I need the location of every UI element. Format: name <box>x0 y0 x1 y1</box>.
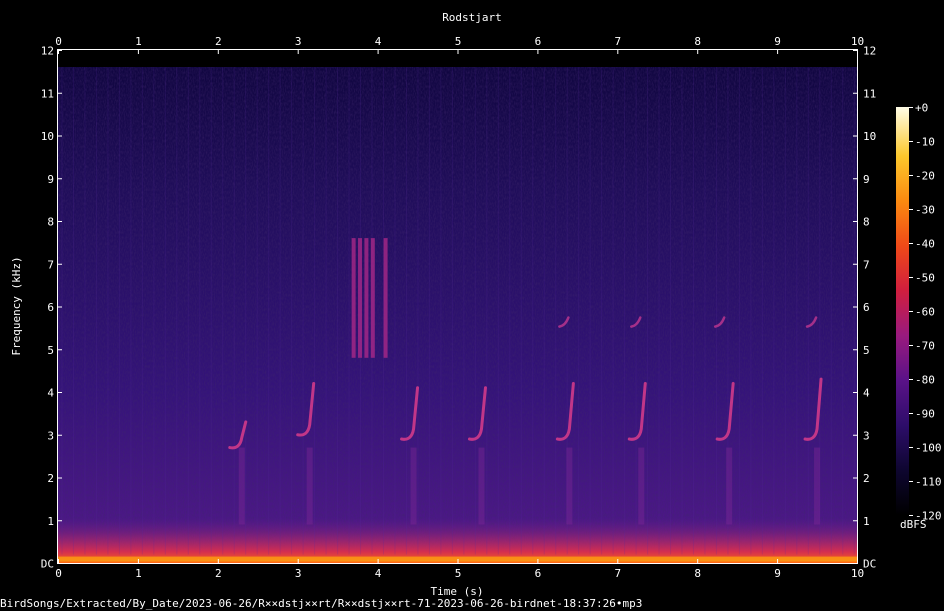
x-tick-label: 6 <box>535 567 542 580</box>
colorbar-tick-label: -50 <box>915 272 935 285</box>
colorbar-tick-label: -10 <box>915 136 935 149</box>
y-tick-label: 2 <box>47 472 54 485</box>
call-harmonic-shadow <box>638 447 645 525</box>
colorbar-tick-label: -110 <box>915 476 942 489</box>
y-tick-label-right: 8 <box>863 216 870 229</box>
x-tick-label: 3 <box>295 567 302 580</box>
x-tick-label-top: 4 <box>375 35 382 48</box>
x-tick-label: 0 <box>55 567 62 580</box>
colorbar-tick-label: -40 <box>915 238 935 251</box>
colorbar-tick-label: -70 <box>915 340 935 353</box>
y-tick-label: 9 <box>47 173 54 186</box>
colorbar-tick-label: -30 <box>915 204 935 217</box>
y-tick-label-right: 10 <box>863 130 876 143</box>
wideband-streak <box>370 238 375 358</box>
x-tick-label: 2 <box>215 567 222 580</box>
x-tick-label-top: 8 <box>694 35 701 48</box>
y-tick-label-right: 7 <box>863 258 870 271</box>
y-tick-label-right: 6 <box>863 301 870 314</box>
x-tick-label-top: 7 <box>614 35 621 48</box>
colorbar-tick-label: -90 <box>915 408 935 421</box>
spectrogram-grain <box>58 67 857 563</box>
colorbar-gradient <box>896 107 909 515</box>
x-tick-label: 7 <box>614 567 621 580</box>
spectrogram-chart: Rodstjart 0 1 2 3 4 5 6 7 8 9 10 0 1 2 3 4 5 6 7 8 9 10 DC12… <box>0 11 942 610</box>
y-tick-label: 1 <box>47 515 54 528</box>
colorbar-tick-label: -100 <box>915 442 942 455</box>
y-tick-label: DC <box>41 558 54 571</box>
y-tick-label: 8 <box>47 216 54 229</box>
wideband-streak <box>383 238 388 358</box>
colorbar-tick-label: -20 <box>915 170 935 183</box>
x-tick-label: 9 <box>774 567 781 580</box>
file-path-caption: BirdSongs/Extracted/By_Date/2023-06-26/R… <box>0 597 642 610</box>
colorbar-tick-label: -60 <box>915 306 935 319</box>
y-tick-label-right: 3 <box>863 429 870 442</box>
call-harmonic-shadow <box>306 447 313 525</box>
y-tick-label: 10 <box>41 130 54 143</box>
y-tick-label-right: 5 <box>863 344 870 357</box>
y-tick-label: 5 <box>47 344 54 357</box>
x-tick-label-top: 6 <box>535 35 542 48</box>
call-harmonic-shadow <box>726 447 733 525</box>
y-tick-label-right: 9 <box>863 173 870 186</box>
call-harmonic-shadow <box>478 447 485 525</box>
y-axis-label: Frequency (kHz) <box>10 256 23 355</box>
x-tick-label-top: 2 <box>215 35 222 48</box>
y-tick-label-right: DC <box>863 558 876 571</box>
y-tick-label: 12 <box>41 45 54 58</box>
y-tick-label-right: 11 <box>863 87 876 100</box>
plot-area <box>57 49 858 564</box>
x-tick-label-top: 1 <box>135 35 142 48</box>
colorbar-label: dBFS <box>900 518 927 531</box>
y-tick-label: 3 <box>47 429 54 442</box>
y-tick-label: 11 <box>41 87 54 100</box>
y-tick-label-right: 4 <box>863 387 870 400</box>
x-tick-label: 8 <box>694 567 701 580</box>
call-harmonic-shadow <box>814 447 821 525</box>
colorbar-tick-label: -80 <box>915 374 935 387</box>
wideband-streak <box>364 238 369 358</box>
call-harmonic-shadow <box>238 447 245 525</box>
y-tick-label-right: 2 <box>863 472 870 485</box>
colorbar-ticks: +0-10-20-30-40-50-60-70-80-90-100-110-12… <box>909 102 942 523</box>
wideband-streak <box>358 238 363 358</box>
x-tick-label-top: 5 <box>455 35 462 48</box>
colorbar-tick-label: +0 <box>915 102 928 115</box>
y-tick-label: 6 <box>47 301 54 314</box>
x-tick-label-top: 0 <box>55 35 62 48</box>
x-tick-label: 5 <box>455 567 462 580</box>
x-tick-label: 1 <box>135 567 142 580</box>
low-frequency-noise <box>58 518 857 563</box>
colorbar: +0-10-20-30-40-50-60-70-80-90-100-110-12… <box>896 102 942 531</box>
call-harmonic-shadow <box>566 447 573 525</box>
x-tick-label-top: 9 <box>774 35 781 48</box>
x-tick-label: 4 <box>375 567 382 580</box>
y-tick-label: 4 <box>47 387 54 400</box>
wideband-streak <box>351 238 356 358</box>
y-tick-label-right: 1 <box>863 515 870 528</box>
x-tick-label-top: 3 <box>295 35 302 48</box>
call-harmonic-shadow <box>410 447 417 525</box>
y-tick-label-right: 12 <box>863 45 876 58</box>
y-tick-label: 7 <box>47 258 54 271</box>
chart-title: Rodstjart <box>442 11 502 24</box>
